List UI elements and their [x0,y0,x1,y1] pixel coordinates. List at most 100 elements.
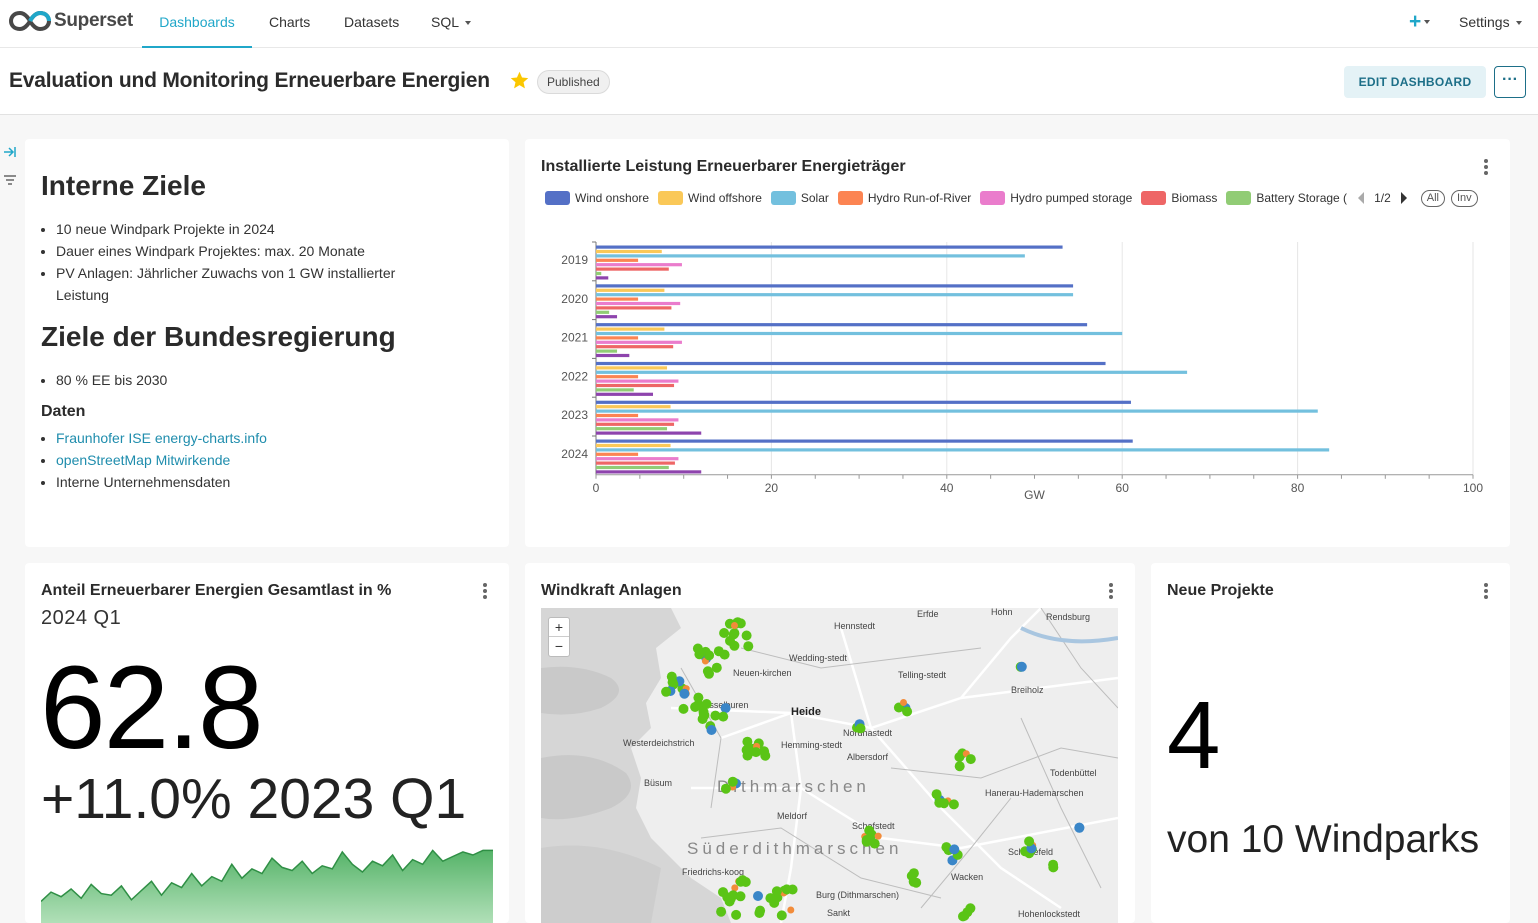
turbine-marker[interactable] [679,688,690,699]
bar-solar-2022[interactable] [596,370,1188,374]
turbine-marker[interactable] [949,844,960,855]
chart-menu-icon[interactable] [482,583,488,601]
bar-wind-offshore-2019[interactable] [596,249,662,254]
bar-series-8-2022[interactable] [596,392,654,396]
dashboard-title[interactable]: Evaluation und Monitoring Erneuerbare En… [9,69,490,93]
turbine-marker[interactable] [731,884,739,892]
bar-biomass-2021[interactable] [596,345,674,349]
status-badge[interactable]: Published [537,70,610,94]
turbine-marker[interactable] [787,906,795,914]
chart-menu-icon[interactable] [1483,583,1489,601]
turbine-marker[interactable] [743,641,754,652]
turbine-marker[interactable] [931,789,942,800]
expand-filters-icon[interactable] [2,145,18,159]
zoom-in-button[interactable]: + [549,618,569,637]
bar-hydro-run-of-river-2024[interactable] [596,452,639,456]
map-canvas[interactable]: Hennstedt Wedding-stedt Neuen-kirchen Te… [541,608,1118,923]
turbine-marker[interactable] [776,910,787,921]
turbine-marker[interactable] [729,640,740,651]
turbine-marker[interactable] [716,906,727,917]
filter-icon[interactable] [2,173,18,187]
turbine-marker[interactable] [1048,859,1059,870]
turbine-marker[interactable] [718,711,729,722]
turbine-marker[interactable] [754,908,765,918]
turbine-marker[interactable] [965,903,976,914]
turbine-marker[interactable] [753,891,763,901]
bar-series-8-2019[interactable] [596,276,609,280]
settings-menu[interactable]: Settings [1459,0,1522,48]
legend-invert-button[interactable]: Inv [1450,189,1478,207]
turbine-marker[interactable] [693,692,704,703]
turbine-marker[interactable] [769,897,780,908]
bar-wind-offshore-2022[interactable] [596,366,668,370]
nav-charts[interactable]: Charts [269,0,310,48]
bar-series-8-2021[interactable] [596,353,630,358]
turbine-marker[interactable] [690,702,701,712]
link-openstreetmap[interactable]: openStreetMap Mitwirkende [56,452,230,468]
chart-menu-icon[interactable] [1483,159,1489,177]
turbine-marker[interactable] [781,884,792,895]
turbine-marker[interactable] [720,703,731,714]
edit-dashboard-button[interactable]: EDIT DASHBOARD [1344,66,1486,98]
turbine-marker[interactable] [713,646,724,657]
wind-turbine-map[interactable]: Hennstedt Wedding-stedt Neuen-kirchen Te… [541,608,1118,923]
bar-battery-storage-2023[interactable] [596,427,668,431]
bar-battery-storage-2021[interactable] [596,349,618,353]
turbine-marker[interactable] [692,643,703,654]
legend-item-wind-offshore[interactable]: Wind offshore [658,191,762,205]
turbine-marker[interactable] [701,699,712,709]
legend-item-hydro-run-of-river[interactable]: Hydro Run-of-River [837,191,971,205]
bar-battery-storage-2024[interactable] [596,465,669,470]
trendline-chart[interactable] [41,838,493,923]
legend-item-hydro-pumped-storage[interactable]: Hydro pumped storage [980,191,1132,205]
turbine-marker[interactable] [719,628,730,638]
bar-wind-offshore-2024[interactable] [596,443,671,448]
link-fraunhofer[interactable]: Fraunhofer ISE energy-charts.info [56,430,267,446]
turbine-marker[interactable] [1016,661,1027,672]
turbine-marker[interactable] [861,835,872,845]
bar-solar-2019[interactable] [596,254,1025,258]
turbine-marker[interactable] [699,710,710,721]
bar-hydro-pumped-storage-2020[interactable] [596,301,681,306]
bar-biomass-2023[interactable] [596,422,675,426]
turbine-marker[interactable] [855,723,866,734]
turbine-marker[interactable] [751,747,761,758]
bar-wind-offshore-2023[interactable] [596,405,671,409]
turbine-marker[interactable] [706,725,717,735]
legend-item-biomass[interactable]: Biomass [1141,191,1217,205]
turbine-marker[interactable] [911,877,922,888]
bar-solar-2024[interactable] [596,448,1330,452]
nav-datasets[interactable]: Datasets [344,0,399,48]
bar-wind-onshore-2020[interactable] [596,284,1074,288]
bar-battery-storage-2019[interactable] [596,271,602,276]
legend-item-wind-onshore[interactable]: Wind onshore [545,191,649,205]
turbine-marker[interactable] [728,629,739,640]
bar-series-8-2020[interactable] [596,315,618,319]
bar-wind-onshore-2019[interactable] [596,245,1063,249]
zoom-out-button[interactable]: − [549,637,569,656]
bar-series-8-2024[interactable] [596,470,702,474]
turbine-marker[interactable] [711,662,722,673]
chart-menu-icon[interactable] [1108,583,1114,601]
turbine-marker[interactable] [704,650,715,661]
bar-hydro-run-of-river-2020[interactable] [596,297,639,301]
turbine-marker[interactable] [965,754,976,765]
bar-hydro-run-of-river-2019[interactable] [596,258,639,262]
turbine-marker[interactable] [741,630,752,641]
turbine-marker[interactable] [760,750,771,761]
turbine-marker[interactable] [874,832,882,840]
bar-battery-storage-2020[interactable] [596,310,610,314]
bar-hydro-run-of-river-2021[interactable] [596,336,639,340]
legend-item-battery-storage[interactable]: Battery Storage ( [1226,191,1347,205]
turbine-marker[interactable] [900,699,907,706]
turbine-marker[interactable] [908,868,919,879]
legend-prev-icon[interactable] [1356,191,1366,205]
legend-item-solar[interactable]: Solar [770,191,829,205]
turbine-marker[interactable] [1024,836,1035,847]
bar-solar-2020[interactable] [596,293,1074,297]
turbine-marker[interactable] [667,677,678,688]
turbine-marker[interactable] [948,799,959,810]
superset-logo[interactable]: Superset [9,9,133,33]
installed-capacity-chart[interactable]: 0 20 40 60 80 100 GW 2019 2020 2021 2022 2023 2024 [541,230,1491,510]
turbine-marker[interactable] [954,761,965,772]
